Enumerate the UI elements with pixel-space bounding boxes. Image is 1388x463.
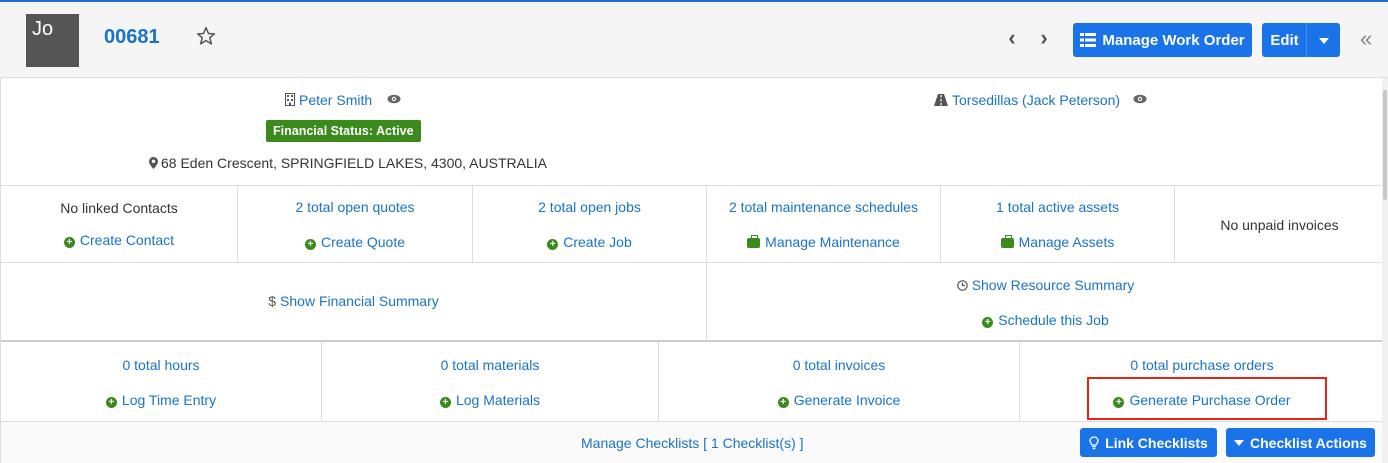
- resource-summary-cell: Show Resource Summary + Schedule this Job: [707, 263, 1384, 340]
- address-text: 68 Eden Crescent, SPRINGFIELD LAKES, 430…: [161, 155, 547, 171]
- eye-icon[interactable]: [1133, 94, 1147, 104]
- assets-cell: 1 total active assets Manage Assets: [941, 186, 1175, 262]
- highlight-box: [1087, 377, 1327, 420]
- unpaid-invoices-text: No unpaid invoices: [1220, 217, 1339, 233]
- work-order-number[interactable]: 00681: [104, 26, 160, 49]
- invoices-total-cell: 0 total invoices + Generate Invoice: [659, 342, 1020, 421]
- log-materials-link[interactable]: + Log Materials: [322, 392, 658, 408]
- checklist-actions-button[interactable]: Checklist Actions: [1226, 428, 1375, 457]
- create-job-link[interactable]: + Create Job: [473, 234, 706, 250]
- address: 68 Eden Crescent, SPRINGFIELD LAKES, 430…: [149, 155, 547, 171]
- avatar: Jo: [26, 14, 79, 67]
- plus-circle-icon: +: [304, 239, 316, 250]
- financial-resource-row: $ Show Financial Summary Show Resource Su…: [1, 262, 1384, 340]
- schedule-job-label[interactable]: Schedule this Job: [998, 312, 1109, 328]
- financial-summary-cell: $ Show Financial Summary: [1, 263, 707, 340]
- open-quotes-link[interactable]: 2 total open quotes: [238, 199, 472, 215]
- checklists-row: Manage Checklists [ 1 Checklist(s) ] Lin…: [1, 421, 1384, 463]
- materials-cell: 0 total materials + Log Materials: [322, 342, 659, 421]
- briefcase-icon: [747, 235, 761, 248]
- plus-circle-icon: +: [105, 397, 117, 408]
- manage-maintenance-link[interactable]: Manage Maintenance: [707, 234, 940, 250]
- quotes-cell: 2 total open quotes + Create Quote: [238, 186, 473, 262]
- total-purchase-orders-link[interactable]: 0 total purchase orders: [1020, 357, 1384, 373]
- link-checklists-label: Link Checklists: [1105, 434, 1208, 451]
- contacts-cell: No linked Contacts + Create Contact: [1, 186, 238, 262]
- total-hours-link[interactable]: 0 total hours: [1, 357, 321, 373]
- plus-circle-icon: +: [63, 237, 75, 248]
- plus-circle-icon: +: [547, 239, 559, 250]
- plus-circle-icon: +: [439, 397, 451, 408]
- create-contact-label[interactable]: Create Contact: [80, 232, 174, 248]
- chevron-right-icon[interactable]: ›: [1036, 27, 1052, 50]
- plus-circle-icon: +: [982, 317, 994, 328]
- building-icon: [285, 93, 295, 106]
- list-icon: [1080, 33, 1097, 47]
- manage-work-order-label: Manage Work Order: [1102, 31, 1245, 49]
- road-icon: [934, 94, 948, 106]
- lightbulb-icon: [1089, 435, 1099, 449]
- show-resource-summary-link[interactable]: Show Resource Summary: [707, 277, 1384, 293]
- link-checklists-button[interactable]: Link Checklists: [1080, 428, 1217, 457]
- clock-icon: [956, 280, 968, 291]
- plus-circle-icon: +: [777, 397, 789, 408]
- manage-assets-link[interactable]: Manage Assets: [941, 234, 1174, 250]
- caret-down-icon: [1319, 38, 1329, 44]
- open-jobs-link[interactable]: 2 total open jobs: [473, 199, 706, 215]
- manage-assets-label[interactable]: Manage Assets: [1019, 234, 1115, 250]
- edit-label: Edit: [1270, 31, 1299, 49]
- log-time-entry-label[interactable]: Log Time Entry: [122, 392, 216, 408]
- eye-icon[interactable]: [387, 94, 401, 104]
- total-materials-link[interactable]: 0 total materials: [322, 357, 658, 373]
- create-quote-label[interactable]: Create Quote: [321, 234, 405, 250]
- client-link[interactable]: Peter Smith: [285, 92, 372, 108]
- create-quote-link[interactable]: + Create Quote: [238, 234, 472, 250]
- chevron-left-icon[interactable]: ‹: [1004, 27, 1020, 50]
- maintenance-cell: 2 total maintenance schedules Manage Mai…: [707, 186, 941, 262]
- jobs-cell: 2 total open jobs + Create Job: [473, 186, 707, 262]
- log-materials-label[interactable]: Log Materials: [456, 392, 540, 408]
- star-icon[interactable]: [196, 26, 216, 46]
- hours-cell: 0 total hours + Log Time Entry: [1, 342, 322, 421]
- schedule-job-link[interactable]: + Schedule this Job: [707, 312, 1384, 328]
- financial-status-badge: Financial Status: Active: [266, 120, 421, 142]
- site-name[interactable]: Torsedillas (Jack Peterson): [952, 92, 1120, 108]
- edit-dropdown-button[interactable]: [1306, 23, 1340, 57]
- manage-maintenance-label[interactable]: Manage Maintenance: [765, 234, 900, 250]
- total-invoices-link[interactable]: 0 total invoices: [659, 357, 1019, 373]
- show-financial-summary-label[interactable]: Show Financial Summary: [280, 293, 439, 309]
- site-link[interactable]: Torsedillas (Jack Peterson): [934, 92, 1120, 108]
- header-bar: Jo 00681 ‹ › Manage Work Order Edit «: [0, 0, 1388, 78]
- create-job-label[interactable]: Create Job: [563, 234, 631, 250]
- collapse-panel-icon[interactable]: «: [1360, 28, 1372, 50]
- maintenance-schedules-link[interactable]: 2 total maintenance schedules: [707, 199, 940, 215]
- invoices-cell: No unpaid invoices: [1175, 186, 1384, 262]
- show-financial-summary-link[interactable]: $ Show Financial Summary: [1, 293, 706, 309]
- scrollbar-thumb[interactable]: [1383, 90, 1387, 200]
- checklist-actions-label: Checklist Actions: [1250, 434, 1367, 451]
- log-time-entry-link[interactable]: + Log Time Entry: [1, 392, 321, 408]
- manage-work-order-button[interactable]: Manage Work Order: [1073, 23, 1252, 57]
- create-contact-link[interactable]: + Create Contact: [1, 232, 237, 248]
- edit-button[interactable]: Edit: [1262, 23, 1307, 57]
- active-assets-link[interactable]: 1 total active assets: [941, 199, 1174, 215]
- briefcase-icon: [1000, 235, 1014, 248]
- manage-checklists-link[interactable]: Manage Checklists [ 1 Checklist(s) ]: [581, 435, 804, 451]
- generate-invoice-link[interactable]: + Generate Invoice: [659, 392, 1019, 408]
- summary-row: No linked Contacts + Create Contact 2 tot…: [1, 185, 1384, 262]
- show-resource-summary-label[interactable]: Show Resource Summary: [972, 277, 1135, 293]
- dollar-icon: $: [268, 293, 277, 309]
- map-marker-icon: [149, 157, 158, 169]
- contacts-text: No linked Contacts: [60, 200, 178, 216]
- generate-invoice-label[interactable]: Generate Invoice: [794, 392, 901, 408]
- client-info-section: Peter Smith Financial Status: Active 68 …: [1, 78, 1384, 185]
- client-name[interactable]: Peter Smith: [299, 92, 372, 108]
- caret-down-icon: [1234, 439, 1245, 446]
